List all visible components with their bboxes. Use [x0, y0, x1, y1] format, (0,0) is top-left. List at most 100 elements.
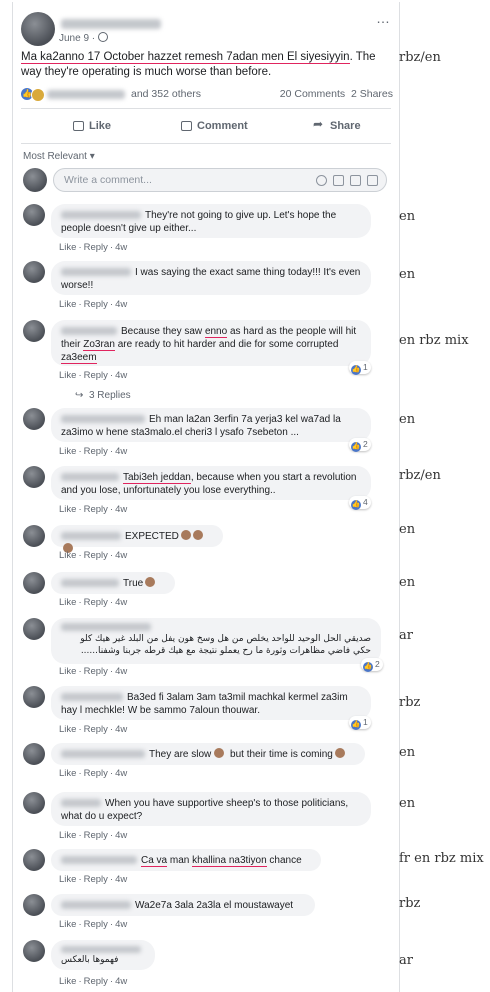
commenter-name-redacted[interactable]: [61, 799, 101, 807]
commenter-avatar[interactable]: [23, 466, 45, 488]
commenter-name-redacted[interactable]: [61, 268, 131, 276]
commenter-avatar[interactable]: [23, 408, 45, 430]
comment-like-link[interactable]: Like: [59, 768, 76, 779]
post-reactions[interactable]: 👍 and 352 others 20 Comments 2 Shares: [21, 88, 393, 102]
comment-sort-dropdown[interactable]: Most Relevant ▾: [23, 151, 95, 162]
comment-reply-link[interactable]: Reply: [84, 830, 108, 841]
comment-reactions[interactable]: 👍 4: [349, 496, 371, 510]
comment-time[interactable]: 4w: [115, 724, 127, 735]
comment-reply-link[interactable]: Reply: [84, 768, 108, 779]
comment-time[interactable]: 4w: [115, 768, 127, 779]
commenter-name-redacted[interactable]: [61, 579, 119, 587]
comments-count[interactable]: 20 Comments: [280, 88, 345, 100]
reactions-others[interactable]: and 352 others: [131, 88, 201, 100]
more-options-icon[interactable]: …: [376, 10, 391, 26]
comment-time[interactable]: 4w: [115, 446, 127, 457]
emoji-icon[interactable]: [316, 175, 327, 186]
language-tag: fr en rbz mix: [399, 851, 484, 866]
commenter-avatar[interactable]: [23, 849, 45, 871]
comment-reply-link[interactable]: Reply: [84, 299, 108, 310]
comment-time[interactable]: 4w: [115, 299, 127, 310]
comment-like-link[interactable]: Like: [59, 830, 76, 841]
shares-count[interactable]: 2 Shares: [351, 88, 393, 100]
comment-time[interactable]: 4w: [115, 370, 127, 381]
commenter-avatar[interactable]: [23, 572, 45, 594]
write-comment-box[interactable]: [53, 168, 387, 192]
comment-like-link[interactable]: Like: [59, 550, 76, 561]
comment-input[interactable]: [64, 174, 284, 186]
comment-meta: Like · Reply · 4w: [59, 976, 128, 987]
like-button[interactable]: Like: [73, 120, 111, 132]
comment-time[interactable]: 4w: [115, 242, 127, 253]
commenter-name-redacted[interactable]: [61, 327, 117, 335]
commenter-name-redacted[interactable]: [61, 473, 119, 481]
sticker-icon[interactable]: [367, 175, 378, 186]
post-date-text[interactable]: June 9 ·: [59, 33, 95, 44]
comment-reply-link[interactable]: Reply: [84, 724, 108, 735]
comment-reply-link[interactable]: Reply: [84, 242, 108, 253]
commenter-name-redacted[interactable]: [61, 415, 145, 423]
commenter-name-redacted[interactable]: [61, 750, 145, 758]
commenter-avatar[interactable]: [23, 204, 45, 226]
commenter-name-redacted[interactable]: [61, 532, 121, 540]
comment-time[interactable]: 4w: [115, 504, 127, 515]
comment-time[interactable]: 4w: [115, 976, 127, 987]
commenter-name-redacted[interactable]: [61, 623, 151, 631]
commenter-name-redacted[interactable]: [61, 901, 131, 909]
comment-time[interactable]: 4w: [115, 919, 127, 930]
comment-like-link[interactable]: Like: [59, 370, 76, 381]
gif-icon[interactable]: [350, 175, 361, 186]
comment-reactions[interactable]: 👍 2: [361, 658, 383, 672]
commenter-name-redacted[interactable]: [61, 946, 141, 953]
commenter-avatar[interactable]: [23, 743, 45, 765]
comment-text: man: [167, 855, 193, 866]
comment-like-link[interactable]: Like: [59, 299, 76, 310]
view-replies-link[interactable]: ↪ 3 Replies: [75, 390, 131, 401]
comment-like-link[interactable]: Like: [59, 976, 76, 987]
comment-reactions[interactable]: 👍 1: [349, 716, 371, 730]
comment-time[interactable]: 4w: [115, 874, 127, 885]
comment-like-link[interactable]: Like: [59, 874, 76, 885]
commenter-name-redacted[interactable]: [61, 211, 141, 219]
comment-reply-link[interactable]: Reply: [84, 597, 108, 608]
share-button[interactable]: Share: [313, 117, 361, 132]
comment-time[interactable]: 4w: [115, 597, 127, 608]
comment-like-link[interactable]: Like: [59, 724, 76, 735]
post-author-avatar[interactable]: [21, 12, 55, 46]
comment-bubble: EXPECTED: [51, 525, 223, 553]
comment-like-link[interactable]: Like: [59, 504, 76, 515]
comment-like-link[interactable]: Like: [59, 919, 76, 930]
commenter-avatar[interactable]: [23, 525, 45, 547]
comment-reactions[interactable]: 👍 1: [349, 361, 371, 375]
comment-meta: Like · Reply · 4w: [59, 299, 128, 310]
comment-reply-link[interactable]: Reply: [84, 370, 108, 381]
comment-time[interactable]: 4w: [115, 666, 127, 677]
commenter-avatar[interactable]: [23, 320, 45, 342]
commenter-avatar[interactable]: [23, 686, 45, 708]
post-date[interactable]: June 9 ·: [59, 32, 109, 44]
commenter-avatar[interactable]: [23, 261, 45, 283]
comment-reply-link[interactable]: Reply: [84, 976, 108, 987]
commenter-avatar[interactable]: [23, 618, 45, 640]
comment-like-link[interactable]: Like: [59, 242, 76, 253]
commenter-avatar[interactable]: [23, 894, 45, 916]
comment-like-link[interactable]: Like: [59, 446, 76, 457]
comment-button[interactable]: Comment: [181, 120, 248, 132]
comment-reply-link[interactable]: Reply: [84, 919, 108, 930]
commenter-avatar[interactable]: [23, 792, 45, 814]
reactor-names-redacted[interactable]: [47, 90, 127, 102]
camera-icon[interactable]: [333, 175, 344, 186]
comment-time[interactable]: 4w: [115, 830, 127, 841]
comment-reply-link[interactable]: Reply: [84, 666, 108, 677]
comment-time[interactable]: 4w: [115, 550, 127, 561]
comment-like-link[interactable]: Like: [59, 666, 76, 677]
comment-reply-link[interactable]: Reply: [84, 550, 108, 561]
commenter-name-redacted[interactable]: [61, 693, 123, 701]
comment-reply-link[interactable]: Reply: [84, 504, 108, 515]
commenter-avatar[interactable]: [23, 940, 45, 962]
comment-reactions[interactable]: 👍 2: [349, 438, 371, 452]
comment-like-link[interactable]: Like: [59, 597, 76, 608]
comment-reply-link[interactable]: Reply: [84, 446, 108, 457]
commenter-name-redacted[interactable]: [61, 856, 137, 864]
comment-reply-link[interactable]: Reply: [84, 874, 108, 885]
